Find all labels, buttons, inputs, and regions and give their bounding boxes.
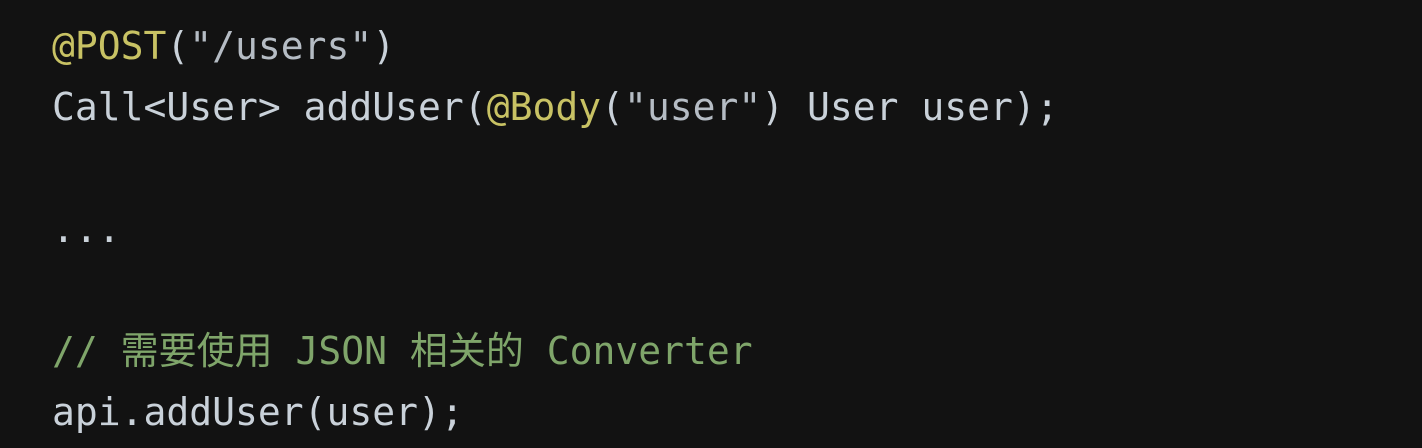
- string-literal: "/users": [189, 24, 373, 68]
- annotation-body: @Body: [486, 85, 602, 129]
- string-literal: "user": [623, 85, 762, 129]
- code-line-5-blank: [52, 264, 1422, 325]
- code-line-6-comment: // 需要使用 JSON 相关的 Converter: [52, 329, 753, 373]
- paren-close: ): [372, 24, 396, 68]
- annotation-post: @POST: [52, 24, 167, 68]
- code-line-2: Call<User> addUser(@Body("user") User us…: [52, 81, 1422, 142]
- code-block: @POST("/users") Call<User> addUser(@Body…: [0, 0, 1422, 448]
- code-line-1: @POST("/users"): [52, 20, 1422, 81]
- method-signature-prefix: Call<User> addUser(: [52, 85, 487, 129]
- paren-open: (: [601, 85, 624, 129]
- code-line-3-blank: [52, 142, 1422, 203]
- paren-open: (: [166, 24, 190, 68]
- code-line-7-call: api.addUser(user);: [52, 390, 464, 434]
- method-signature-suffix: ) User user);: [761, 85, 1059, 129]
- code-line-4-ellipsis: ...: [52, 207, 121, 251]
